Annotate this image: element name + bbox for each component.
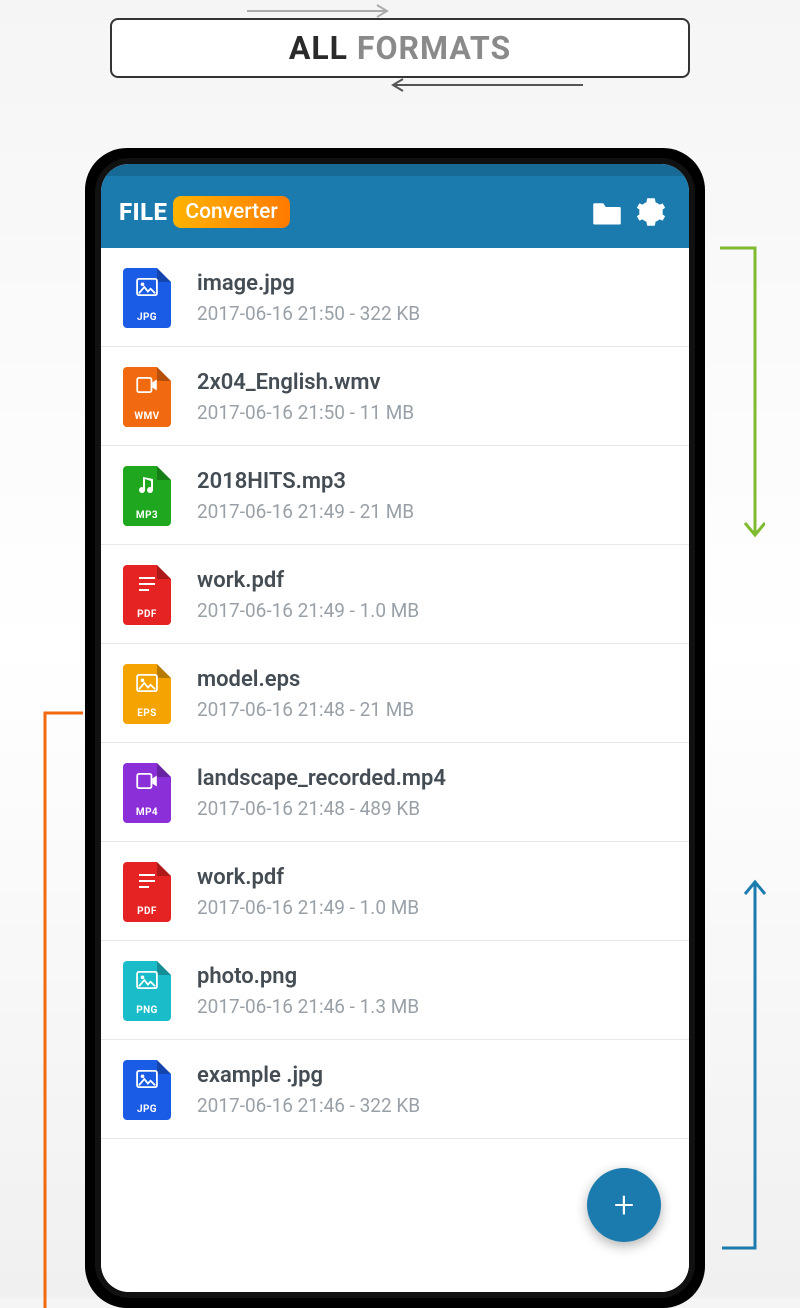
plus-icon: + (614, 1184, 634, 1226)
status-bar (101, 164, 689, 176)
file-icon: JPG (123, 268, 171, 328)
file-meta: 2017-06-16 21:46 - 322 KB (197, 1094, 671, 1117)
doc-icon (123, 872, 171, 894)
file-meta: 2017-06-16 21:50 - 11 MB (197, 401, 671, 424)
file-name: example .jpg (197, 1063, 671, 1088)
decorative-arrow-blue-icon (717, 878, 767, 1258)
list-item[interactable]: PDF work.pdf 2017-06-16 21:49 - 1.0 MB (101, 545, 689, 644)
file-icon: PNG (123, 961, 171, 1021)
doc-icon (123, 575, 171, 597)
decorative-arrow-green-icon (715, 243, 765, 553)
file-icon: MP3 (123, 466, 171, 526)
file-meta: 2017-06-16 21:50 - 322 KB (197, 302, 671, 325)
file-icon: WMV (123, 367, 171, 427)
file-meta: 2017-06-16 21:49 - 1.0 MB (197, 599, 671, 622)
file-name: 2x04_English.wmv (197, 370, 671, 395)
file-icon: EPS (123, 664, 171, 724)
file-meta: 2017-06-16 21:49 - 1.0 MB (197, 896, 671, 919)
file-icon: JPG (123, 1060, 171, 1120)
app-screen: FILE Converter JPG image.jpg 2017-06-16 21… (101, 164, 689, 1292)
image-icon (123, 278, 171, 300)
file-info: 2x04_English.wmv 2017-06-16 21:50 - 11 MB (197, 370, 671, 424)
file-ext-label: MP3 (123, 510, 171, 521)
file-name: image.jpg (197, 271, 671, 296)
file-ext-label: MP4 (123, 807, 171, 818)
file-name: model.eps (197, 667, 671, 692)
video-icon (123, 377, 171, 397)
app-title-badge: Converter (173, 196, 289, 228)
file-info: work.pdf 2017-06-16 21:49 - 1.0 MB (197, 568, 671, 622)
list-item[interactable]: WMV 2x04_English.wmv 2017-06-16 21:50 - 11… (101, 347, 689, 446)
file-icon: PDF (123, 565, 171, 625)
banner-title: ALL FORMATS (289, 29, 511, 67)
file-info: example .jpg 2017-06-16 21:46 - 322 KB (197, 1063, 671, 1117)
audio-icon (123, 476, 171, 500)
folder-icon[interactable] (585, 190, 629, 234)
file-meta: 2017-06-16 21:48 - 21 MB (197, 698, 671, 721)
list-item[interactable]: MP3 2018HITS.mp3 2017-06-16 21:49 - 21 MB (101, 446, 689, 545)
image-icon (123, 1070, 171, 1092)
banner-arrow-right-icon (247, 4, 397, 18)
file-info: 2018HITS.mp3 2017-06-16 21:49 - 21 MB (197, 469, 671, 523)
app-title-file: FILE (119, 198, 167, 226)
file-ext-label: EPS (123, 708, 171, 719)
file-ext-label: JPG (123, 312, 171, 323)
file-info: landscape_recorded.mp4 2017-06-16 21:48 -… (197, 766, 671, 820)
file-info: photo.png 2017-06-16 21:46 - 1.3 MB (197, 964, 671, 1018)
list-item[interactable]: JPG image.jpg 2017-06-16 21:50 - 322 KB (101, 248, 689, 347)
list-item[interactable]: PDF work.pdf 2017-06-16 21:49 - 1.0 MB (101, 842, 689, 941)
file-ext-label: WMV (123, 411, 171, 422)
list-item[interactable]: JPG example .jpg 2017-06-16 21:46 - 322 KB (101, 1040, 689, 1139)
file-info: image.jpg 2017-06-16 21:50 - 322 KB (197, 271, 671, 325)
phone-frame: FILE Converter JPG image.jpg 2017-06-16 21… (85, 148, 705, 1308)
file-ext-label: PDF (123, 906, 171, 917)
app-title: FILE Converter (119, 196, 585, 228)
file-ext-label: JPG (123, 1104, 171, 1115)
file-name: work.pdf (197, 568, 671, 593)
file-meta: 2017-06-16 21:48 - 489 KB (197, 797, 671, 820)
list-item[interactable]: MP4 landscape_recorded.mp4 2017-06-16 21:4… (101, 743, 689, 842)
file-icon: MP4 (123, 763, 171, 823)
file-name: landscape_recorded.mp4 (197, 766, 671, 791)
video-icon (123, 773, 171, 793)
file-info: model.eps 2017-06-16 21:48 - 21 MB (197, 667, 671, 721)
file-list[interactable]: JPG image.jpg 2017-06-16 21:50 - 322 KB WMV… (101, 248, 689, 1292)
file-ext-label: PDF (123, 609, 171, 620)
file-ext-label: PNG (123, 1005, 171, 1016)
banner-arrow-left-icon (383, 78, 583, 92)
list-item[interactable]: EPS model.eps 2017-06-16 21:48 - 21 MB (101, 644, 689, 743)
image-icon (123, 674, 171, 696)
file-name: photo.png (197, 964, 671, 989)
file-meta: 2017-06-16 21:46 - 1.3 MB (197, 995, 671, 1018)
gear-icon[interactable] (629, 190, 673, 234)
list-item[interactable]: PNG photo.png 2017-06-16 21:46 - 1.3 MB (101, 941, 689, 1040)
decorative-arrow-orange-icon (33, 708, 88, 1308)
file-meta: 2017-06-16 21:49 - 21 MB (197, 500, 671, 523)
file-name: work.pdf (197, 865, 671, 890)
file-icon: PDF (123, 862, 171, 922)
add-button[interactable]: + (587, 1168, 661, 1242)
app-bar: FILE Converter (101, 176, 689, 248)
banner: ALL FORMATS (110, 18, 690, 78)
image-icon (123, 971, 171, 993)
file-name: 2018HITS.mp3 (197, 469, 671, 494)
file-info: work.pdf 2017-06-16 21:49 - 1.0 MB (197, 865, 671, 919)
